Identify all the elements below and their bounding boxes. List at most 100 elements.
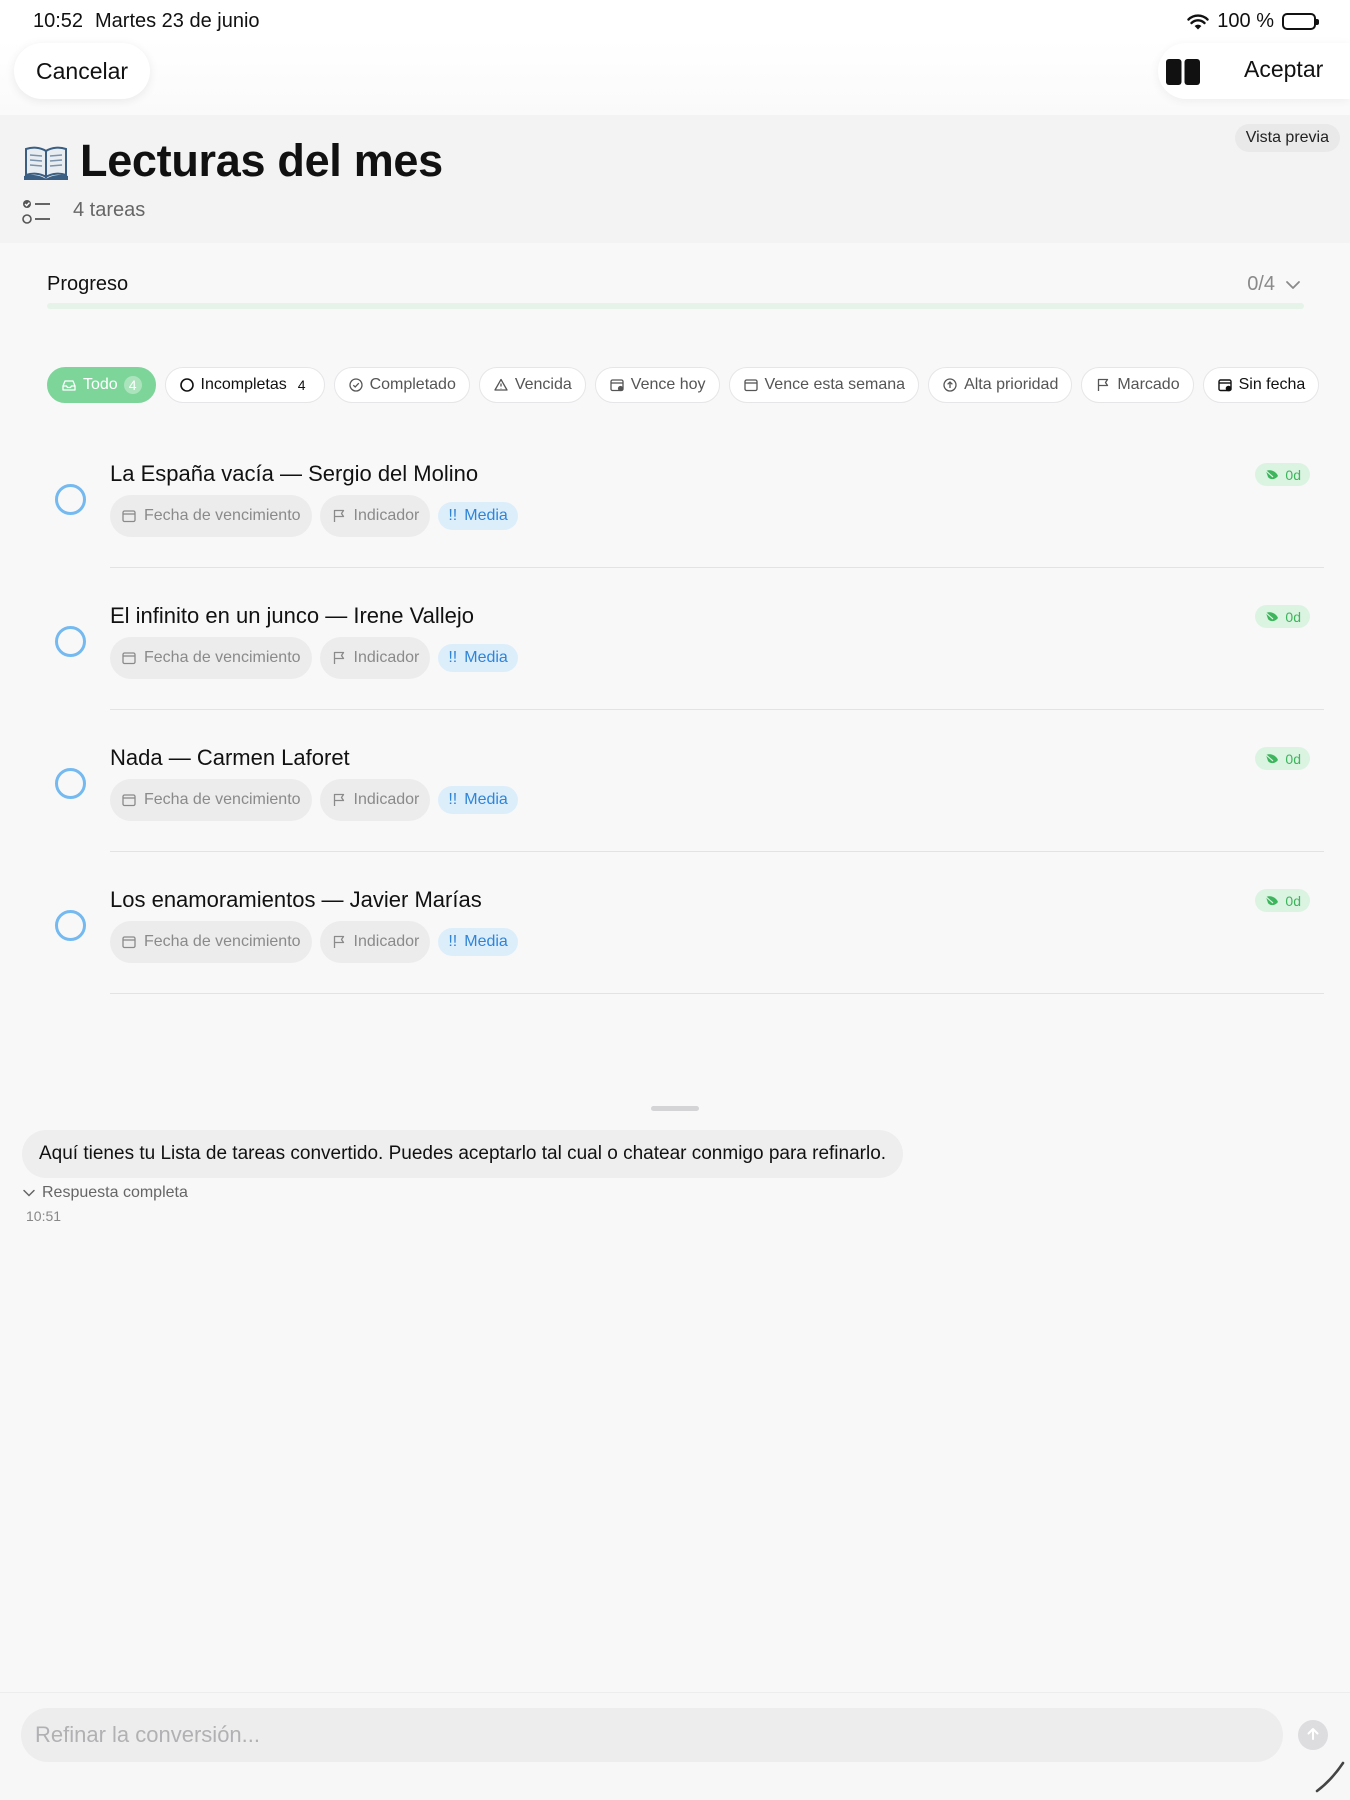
send-button[interactable] (1298, 1720, 1328, 1750)
task-title[interactable]: La España vacía — Sergio del Molino (110, 461, 478, 487)
priority-button[interactable]: !! Media (438, 786, 518, 814)
calendar-none-icon (1217, 377, 1233, 393)
priority-label: Media (464, 933, 508, 950)
warning-triangle-icon (493, 377, 509, 393)
message-time: 10:51 (26, 1208, 62, 1224)
calendar-today-icon (609, 377, 625, 393)
timer-label: 0d (1285, 750, 1301, 767)
chevron-down-icon[interactable] (1284, 276, 1302, 294)
calendar-icon (121, 934, 137, 950)
task-complete-toggle[interactable] (55, 484, 86, 515)
flag-icon (1095, 377, 1111, 393)
refine-input[interactable] (21, 1708, 1283, 1762)
sheet-drag-handle[interactable] (651, 1106, 699, 1111)
circle-icon (179, 377, 195, 393)
task-complete-toggle[interactable] (55, 910, 86, 941)
filter-chip[interactable]: Vencida (478, 367, 586, 403)
priority-button[interactable]: !! Media (438, 928, 518, 956)
filter-chip[interactable]: Sin fecha (1202, 367, 1320, 403)
open-book-icon (24, 145, 68, 181)
priority-button[interactable]: !! Media (438, 502, 518, 530)
flag-button[interactable]: Indicador (319, 637, 431, 679)
calendar-icon (743, 377, 759, 393)
flag-icon (331, 934, 347, 950)
due-date-label: Fecha de vencimiento (144, 507, 301, 524)
cancel-button[interactable]: Cancelar (14, 43, 151, 99)
due-date-button[interactable]: Fecha de vencimiento (110, 921, 312, 963)
checklist-icon (22, 197, 52, 227)
pencil-icon[interactable] (1313, 1759, 1347, 1793)
chevron-down-icon (22, 1186, 36, 1200)
filter-chips: Todo 4 Incompletas 4 Completado Vencida Vence … (47, 367, 1327, 403)
filter-chip[interactable]: Incompletas 4 (164, 367, 325, 403)
flag-icon (331, 792, 347, 808)
priority-label: Media (464, 507, 508, 524)
filter-chip-label: Incompletas (200, 376, 287, 393)
task-tags: Fecha de vencimiento Indicador!! Media (110, 495, 518, 537)
task-row[interactable]: Nada — Carmen Laforet Fecha de vencimient… (0, 710, 1350, 852)
arrow-up-icon (1305, 1726, 1321, 1745)
filter-chip-count: 4 (297, 377, 306, 393)
filter-chip[interactable]: Vence hoy (594, 367, 720, 403)
priority-button[interactable]: !! Media (438, 644, 518, 672)
priority-marks: !! (448, 791, 458, 808)
priority-marks: !! (448, 507, 458, 524)
flag-button[interactable]: Indicador (319, 921, 431, 963)
due-date-label: Fecha de vencimiento (144, 791, 301, 808)
sidebar-split-icon[interactable] (1166, 59, 1200, 85)
task-row[interactable]: Los enamoramientos — Javier Marías Fecha … (0, 852, 1350, 994)
filter-chip[interactable]: Completado (333, 367, 470, 403)
flag-label: Indicador (353, 791, 420, 808)
filter-chip-label: Todo (83, 376, 118, 393)
calendar-icon (121, 508, 137, 524)
progress-label: Progreso (47, 273, 129, 295)
flag-button[interactable]: Indicador (319, 779, 431, 821)
due-date-button[interactable]: Fecha de vencimiento (110, 637, 312, 679)
due-date-label: Fecha de vencimiento (144, 933, 301, 950)
due-date-label: Fecha de vencimiento (144, 649, 301, 666)
task-row[interactable]: El infinito en un junco — Irene Vallejo F… (0, 568, 1350, 710)
task-title[interactable]: Los enamoramientos — Javier Marías (110, 887, 482, 913)
priority-marks: !! (448, 933, 458, 950)
filter-chip[interactable]: Todo 4 (47, 367, 156, 403)
task-title[interactable]: El infinito en un junco — Irene Vallejo (110, 603, 474, 629)
due-date-button[interactable]: Fecha de vencimiento (110, 779, 312, 821)
flag-label: Indicador (353, 933, 420, 950)
timer-badge: 0d (1255, 463, 1310, 486)
task-row[interactable]: La España vacía — Sergio del Molino Fecha… (0, 426, 1350, 568)
filter-chip[interactable]: Marcado (1081, 367, 1194, 403)
response-toggle[interactable]: Respuesta completa (22, 1184, 188, 1202)
task-complete-toggle[interactable] (55, 768, 86, 799)
task-complete-toggle[interactable] (55, 626, 86, 657)
divider (110, 992, 1324, 994)
inbox-icon (61, 377, 77, 393)
flag-label: Indicador (353, 507, 420, 524)
leaf-icon (1264, 610, 1280, 624)
timer-label: 0d (1285, 608, 1301, 625)
priority-label: Media (464, 791, 508, 808)
task-count: 4 tareas (73, 199, 146, 221)
timer-label: 0d (1285, 892, 1301, 909)
filter-chip[interactable]: Vence esta semana (728, 367, 920, 403)
filter-chip-count: 4 (123, 376, 142, 394)
accept-button[interactable]: Aceptar (1244, 56, 1323, 83)
filter-chip[interactable]: Alta prioridad (928, 367, 1073, 403)
assistant-message: Aquí tienes tu Lista de tareas convertid… (22, 1130, 904, 1178)
progress-value: 0/4 (1247, 273, 1275, 295)
status-bar: 10:52 Martes 23 de junio 100 % (0, 0, 1350, 40)
calendar-icon (121, 650, 137, 666)
status-indicators: 100 % (1187, 10, 1319, 33)
page-title: Lecturas del mes (80, 135, 443, 186)
filter-chip-label: Vencida (514, 376, 572, 393)
filter-chip-label: Vence esta semana (764, 376, 906, 393)
flag-icon (331, 508, 347, 524)
task-tags: Fecha de vencimiento Indicador!! Media (110, 637, 518, 679)
filter-chip-label: Completado (369, 376, 456, 393)
task-title[interactable]: Nada — Carmen Laforet (110, 745, 350, 771)
check-circle-icon (348, 377, 364, 393)
status-date: Martes 23 de junio (95, 10, 260, 32)
flag-button[interactable]: Indicador (319, 495, 431, 537)
due-date-button[interactable]: Fecha de vencimiento (110, 495, 312, 537)
progress-bar (47, 303, 1304, 309)
flag-icon (331, 650, 347, 666)
